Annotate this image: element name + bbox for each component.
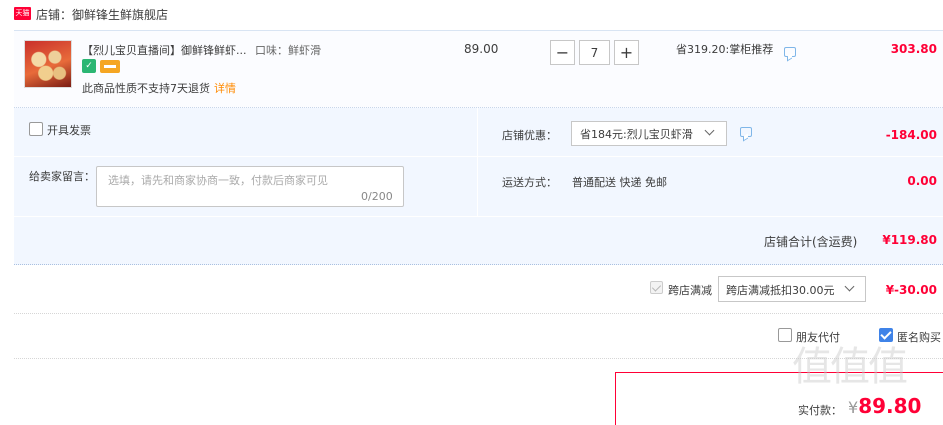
cross-store-select-value[interactable]: 跨店满减抵扣30.00元 — [726, 282, 835, 298]
unit-price: 89.00 — [464, 42, 499, 56]
shop-name[interactable]: 店铺：御鲜锋生鲜旗舰店 — [36, 6, 168, 23]
store-total-value: ¥119.80 — [882, 233, 937, 247]
store-coupon-amount: -184.00 — [885, 128, 937, 142]
return-policy-text: 此商品性质不支持7天退货 — [82, 82, 210, 95]
pay-label: 实付款： — [798, 404, 842, 417]
store-total-label: 店铺合计(含运费) — [764, 235, 858, 249]
item-saving-label: 省319.20:掌柜推荐 — [676, 43, 774, 56]
invoice-label[interactable]: 开具发票 — [47, 122, 91, 138]
message-char-count: 0/200 — [361, 190, 393, 203]
invoice-checkbox[interactable] — [29, 122, 43, 136]
product-title[interactable]: 【烈儿宝贝直播间】御鲜锋鲜虾... — [82, 42, 247, 58]
shipping-method: 普通配送 快递 免邮 — [572, 176, 667, 189]
pay-amount-value: 89.80 — [858, 394, 922, 418]
anonymous-label[interactable]: 匿名购买 — [897, 329, 941, 345]
return-policy-note: 此商品性质不支持7天退货 详情 — [82, 80, 236, 96]
friend-pay-checkbox[interactable] — [778, 328, 792, 342]
cross-store-amount: ¥-30.00 — [885, 283, 937, 297]
return-detail-link[interactable]: 详情 — [214, 82, 236, 95]
cross-store-label: 跨店满减 — [668, 284, 712, 297]
divider — [14, 358, 943, 359]
tmall-logo: 天猫 — [14, 7, 31, 20]
product-image[interactable] — [24, 40, 72, 88]
divider — [478, 156, 943, 157]
cross-store-checkbox[interactable] — [650, 281, 663, 294]
divider — [477, 108, 478, 216]
friend-pay-label[interactable]: 朋友代付 — [796, 329, 840, 345]
shipping-label: 运送方式： — [502, 176, 557, 189]
divider — [14, 156, 477, 157]
decrease-quantity-button[interactable]: − — [550, 40, 575, 65]
currency-symbol: ¥ — [848, 398, 859, 417]
service-badge-icon: ✓ — [82, 59, 96, 73]
chat-bubble-icon[interactable] — [784, 47, 796, 57]
anonymous-checkbox[interactable] — [879, 328, 893, 342]
chat-bubble-icon[interactable] — [740, 127, 752, 137]
product-attribute: 口味：鲜虾滑 — [255, 44, 321, 57]
increase-quantity-button[interactable]: + — [614, 40, 639, 65]
store-coupon-label: 店铺优惠： — [502, 129, 557, 142]
message-label: 给卖家留言： — [29, 170, 95, 183]
message-placeholder: 选填，请先和商家协商一致，付款后商家可见 — [108, 174, 328, 187]
store-coupon-value[interactable]: 省184元:烈儿宝贝虾滑 — [580, 126, 693, 142]
quantity-stepper: − + — [550, 40, 639, 65]
card-payment-icon — [100, 60, 120, 73]
pay-amount: ¥89.80 — [848, 394, 921, 418]
shipping-amount: 0.00 — [907, 174, 937, 188]
item-total-price: 303.80 — [890, 42, 937, 56]
quantity-input[interactable] — [579, 40, 610, 65]
divider — [14, 313, 943, 314]
